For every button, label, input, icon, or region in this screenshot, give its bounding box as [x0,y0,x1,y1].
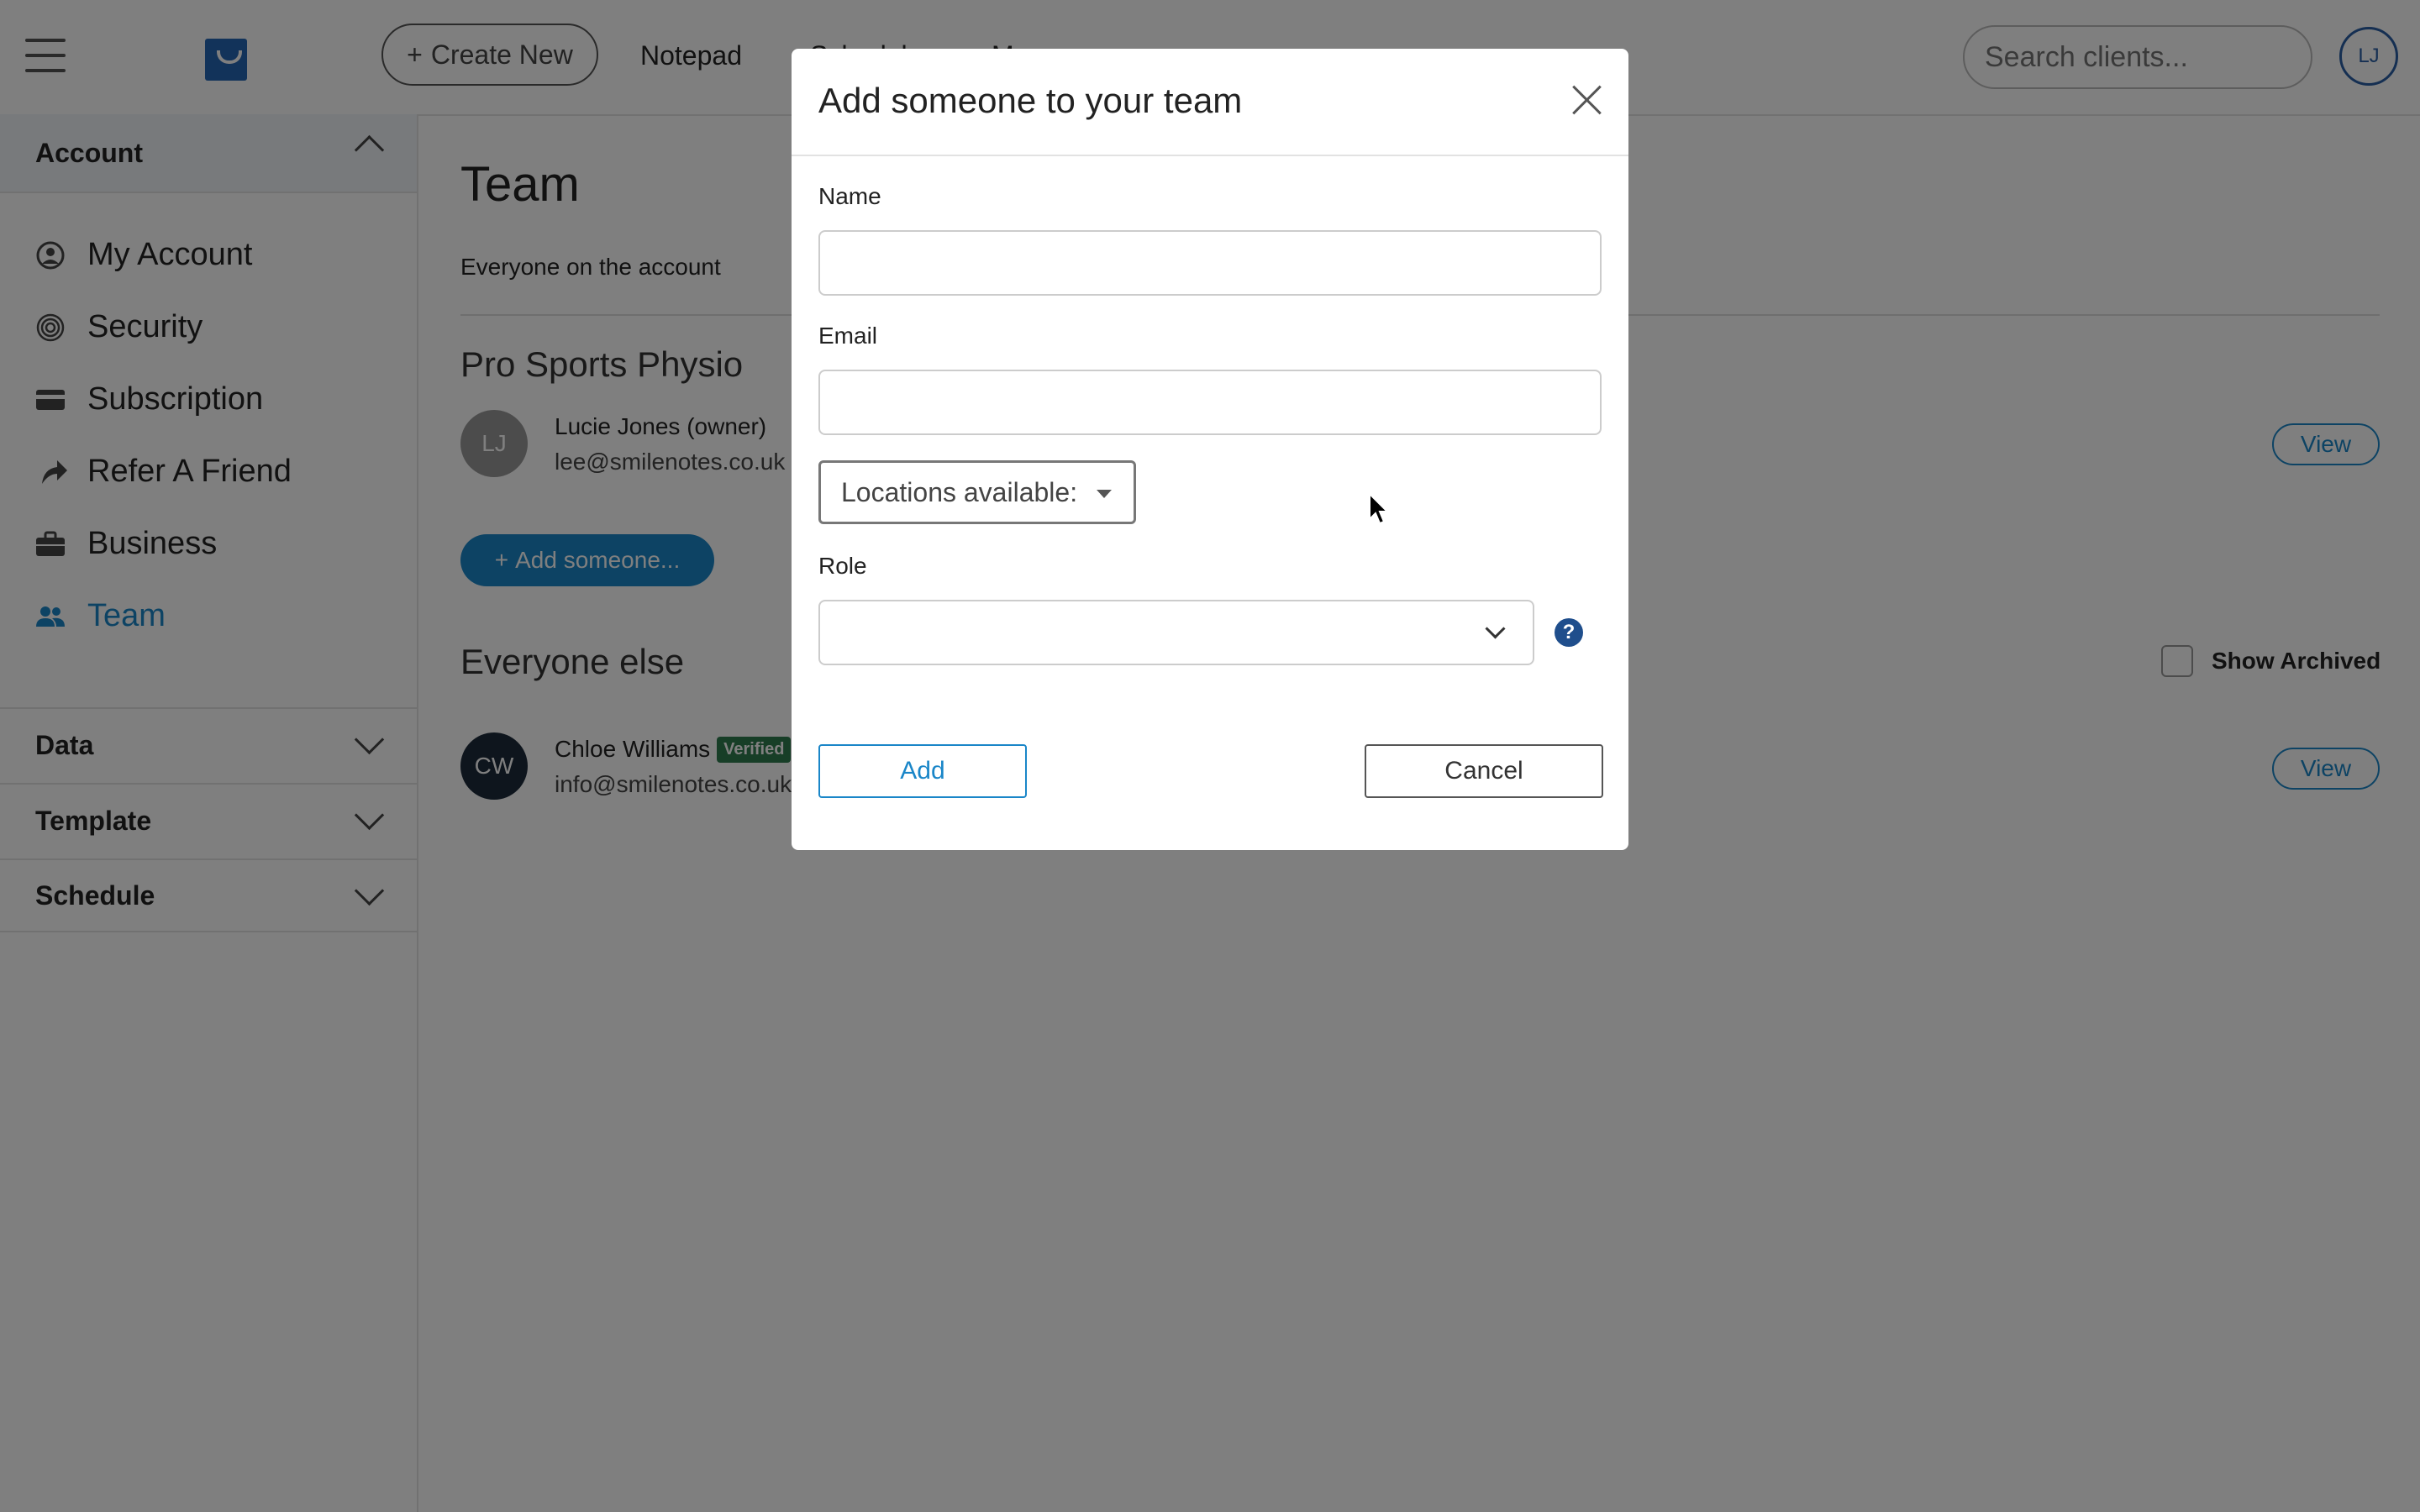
add-team-member-dialog: Add someone to your team Name Email Loca… [792,49,1628,850]
chevron-down-icon [1485,618,1506,639]
locations-dropdown[interactable]: Locations available: [818,460,1136,524]
email-label: Email [818,323,878,349]
name-field[interactable] [818,230,1602,296]
cancel-button[interactable]: Cancel [1365,744,1603,798]
role-label: Role [818,553,867,579]
name-label: Name [818,183,881,209]
role-select[interactable] [818,600,1534,665]
add-button[interactable]: Add [818,744,1027,798]
caret-down-icon [1097,490,1112,498]
locations-label: Locations available: [841,476,1078,507]
dialog-header: Add someone to your team [792,49,1628,156]
help-icon[interactable]: ? [1555,618,1583,647]
close-icon[interactable] [1571,84,1603,116]
dialog-title: Add someone to your team [818,81,1243,120]
email-field[interactable] [818,370,1602,435]
